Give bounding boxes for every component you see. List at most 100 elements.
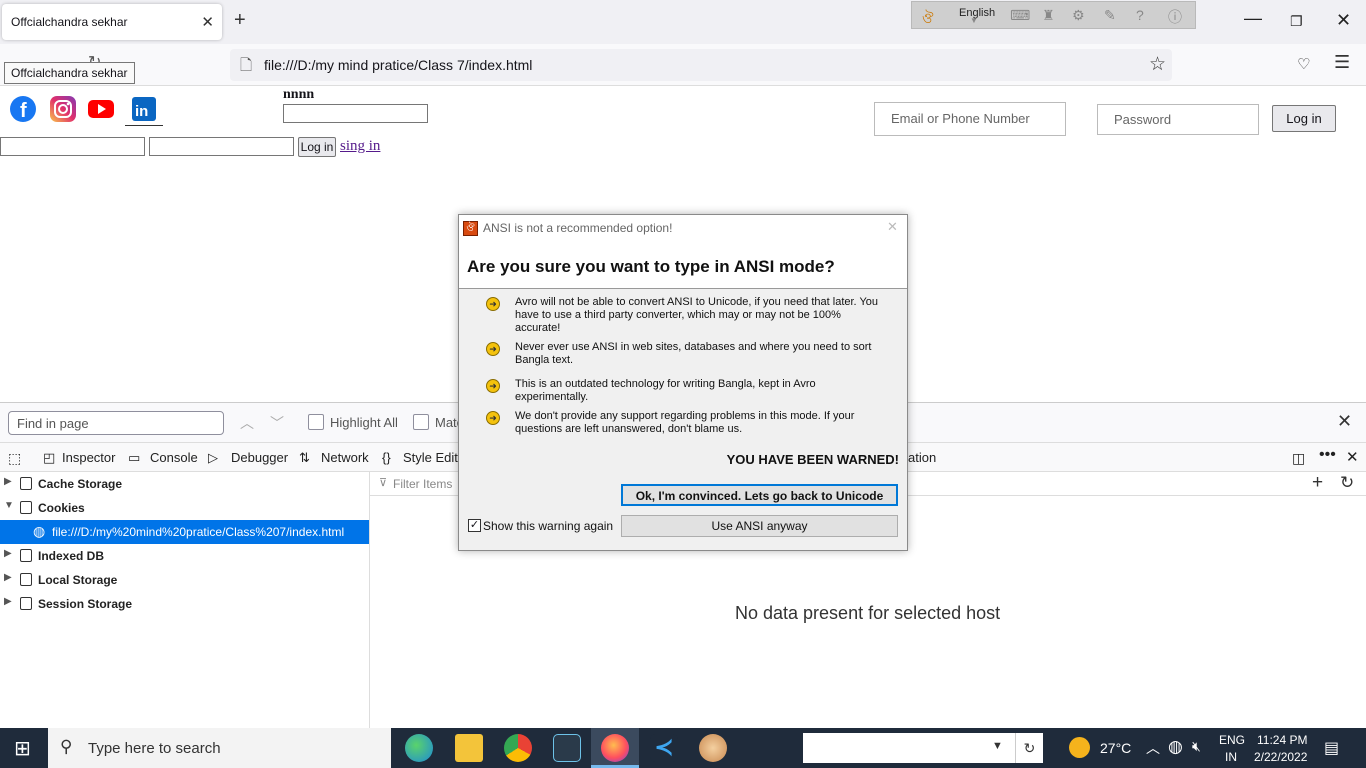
restore-button[interactable]: ❐ xyxy=(1290,13,1303,30)
tab-network[interactable]: Network xyxy=(321,450,369,465)
arrow-bullet-icon: ➜ xyxy=(486,379,500,393)
mouse-icon[interactable]: ♜ xyxy=(1042,7,1055,24)
expand-icon[interactable]: ▶ xyxy=(4,596,12,607)
windows-start-icon[interactable]: ⊞ xyxy=(14,736,31,761)
find-next-icon[interactable]: ﹀ xyxy=(270,413,284,433)
volume-muted-icon[interactable]: 🔇︎ xyxy=(1192,738,1201,755)
signin-link[interactable]: sing in xyxy=(340,138,380,155)
refresh-icon[interactable]: ↻ xyxy=(1015,733,1043,763)
keyboard-icon[interactable]: ⌨ xyxy=(1010,7,1030,24)
chevron-down-icon[interactable]: ▼ xyxy=(970,16,978,25)
tree-item-session-storage[interactable]: ▶ Session Storage xyxy=(0,592,369,616)
edit-icon[interactable]: ✎ xyxy=(1104,7,1116,24)
gear-icon[interactable]: ⚙ xyxy=(1072,7,1085,24)
tab-application-partial[interactable]: ation xyxy=(908,450,936,465)
dialog-bullet-4: We don't provide any support regarding p… xyxy=(515,410,855,435)
file-explorer-icon[interactable] xyxy=(455,734,483,762)
temperature[interactable]: 27°C xyxy=(1100,740,1131,756)
unicode-button[interactable]: Ok, I'm convinced. Lets go back to Unico… xyxy=(621,484,898,506)
menu-icon[interactable]: ☰ xyxy=(1334,52,1350,73)
storage-icon xyxy=(20,573,32,586)
collapse-icon[interactable]: ▼ xyxy=(4,500,14,511)
dialog-close-icon[interactable]: ✕ xyxy=(887,219,898,235)
taskbar-search[interactable]: ⚲ Type here to search xyxy=(48,728,391,768)
app-icon[interactable] xyxy=(553,734,581,762)
tree-item-local-storage[interactable]: ▶ Local Storage xyxy=(0,568,369,592)
arrow-bullet-icon: ➜ xyxy=(486,411,500,425)
window-close-button[interactable]: ✕ xyxy=(1336,10,1351,31)
minimize-button[interactable]: — xyxy=(1244,8,1262,29)
globe-icon: ◍ xyxy=(33,523,46,539)
tree-item-cookies[interactable]: ▼ Cookies xyxy=(0,496,369,520)
tree-item-cache-storage[interactable]: ▶ Cache Storage xyxy=(0,472,369,496)
linkedin-icon[interactable]: in xyxy=(125,92,163,126)
tab-debugger[interactable]: Debugger xyxy=(231,450,288,465)
more-options-icon[interactable]: ••• xyxy=(1319,446,1336,464)
pocket-icon[interactable]: ♡ xyxy=(1297,55,1310,73)
chrome-icon[interactable] xyxy=(504,734,532,762)
debugger-icon: ▷ xyxy=(208,450,218,465)
expand-icon[interactable]: ▶ xyxy=(4,572,12,583)
paint-icon[interactable] xyxy=(699,734,727,762)
use-ansi-button[interactable]: Use ANSI anyway xyxy=(621,515,898,537)
match-case-checkbox[interactable] xyxy=(413,414,429,430)
dialog-bullet-3: This is an outdated technology for writi… xyxy=(515,378,816,403)
filter-input[interactable]: Filter Items xyxy=(393,477,452,491)
new-tab-button[interactable]: + xyxy=(234,9,246,32)
element-picker-icon[interactable]: ⬚ xyxy=(8,450,21,467)
storage-tree: ▶ Cache Storage ▼ Cookies ◍ file:///D:/m… xyxy=(0,472,370,728)
close-devtools-icon[interactable]: ✕ xyxy=(1346,448,1359,466)
dock-icon[interactable]: ◫ xyxy=(1292,450,1305,467)
lang-top[interactable]: ENG xyxy=(1219,733,1245,747)
add-item-icon[interactable]: + xyxy=(1312,472,1323,494)
instagram-icon[interactable] xyxy=(46,92,80,126)
dialog-bullet-1: Avro will not be able to convert ANSI to… xyxy=(515,296,879,334)
weather-icon[interactable] xyxy=(1069,737,1090,758)
firefox-icon[interactable] xyxy=(601,734,629,762)
info-icon[interactable]: ⓘ xyxy=(1168,7,1182,27)
tab-console[interactable]: Console xyxy=(150,450,198,465)
avro-toolbar[interactable]: ঔ English ▼ ⌨ ♜ ⚙ ✎ ? ⓘ xyxy=(911,1,1196,29)
text-input[interactable] xyxy=(283,104,428,123)
show-warning-checkbox[interactable]: ✓ xyxy=(468,519,481,532)
url-text[interactable]: file:///D:/my mind pratice/Class 7/index… xyxy=(264,57,532,73)
tree-item-cookie-host[interactable]: ◍ file:///D:/my%20mind%20pratice/Class%2… xyxy=(0,520,369,544)
notification-icon[interactable]: ▤ xyxy=(1324,738,1339,758)
tab-inspector[interactable]: Inspector xyxy=(62,450,115,465)
close-findbar-icon[interactable]: ✕ xyxy=(1337,411,1352,432)
password-input[interactable] xyxy=(149,137,294,156)
find-prev-icon[interactable]: ︿ xyxy=(240,413,254,433)
youtube-icon[interactable] xyxy=(84,92,118,126)
facebook-icon[interactable]: f xyxy=(6,92,40,126)
chevron-up-icon[interactable]: ︿ xyxy=(1146,738,1160,758)
clock-date[interactable]: 2/22/2022 xyxy=(1254,750,1307,764)
clock-time[interactable]: 11:24 PM xyxy=(1257,733,1307,747)
find-input[interactable]: Find in page xyxy=(8,411,224,435)
tree-item-indexed-db[interactable]: ▶ Indexed DB xyxy=(0,544,369,568)
login-button[interactable]: Log in xyxy=(298,137,336,157)
avro-logo-icon[interactable]: ঔ xyxy=(922,7,934,31)
fb-password-field[interactable]: Password xyxy=(1097,104,1259,135)
edge-icon[interactable] xyxy=(405,734,433,762)
help-icon[interactable]: ? xyxy=(1136,7,1144,23)
tab-close-icon[interactable]: ✕ xyxy=(201,13,214,31)
filter-icon: ⊽ xyxy=(379,477,388,489)
lang-bottom[interactable]: IN xyxy=(1225,750,1237,764)
bookmark-star-icon[interactable]: ☆ xyxy=(1149,53,1166,76)
email-field[interactable]: Email or Phone Number xyxy=(874,102,1066,136)
avro-app-icon: ঔ xyxy=(463,221,478,236)
vscode-icon[interactable]: ≺ xyxy=(650,734,678,762)
url-bar[interactable]: 🗋 file:///D:/my mind pratice/Class 7/ind… xyxy=(230,49,1172,81)
dialog-header: ঔ ANSI is not a recommended option! ✕ Ar… xyxy=(459,215,907,289)
page-icon: 🗋 xyxy=(240,57,253,74)
fb-login-button[interactable]: Log in xyxy=(1272,105,1336,132)
network-icon[interactable]: ◍ xyxy=(1168,737,1183,757)
browser-tab[interactable]: Offcialchandra sekhar ✕ xyxy=(2,4,222,40)
highlight-all-checkbox[interactable] xyxy=(308,414,324,430)
address-toolbar-input[interactable] xyxy=(803,733,1015,763)
chevron-down-icon[interactable]: ▼ xyxy=(992,740,1003,752)
expand-icon[interactable]: ▶ xyxy=(4,548,12,559)
expand-icon[interactable]: ▶ xyxy=(4,476,12,487)
username-input[interactable] xyxy=(0,137,145,156)
refresh-icon[interactable]: ↻ xyxy=(1340,473,1354,493)
